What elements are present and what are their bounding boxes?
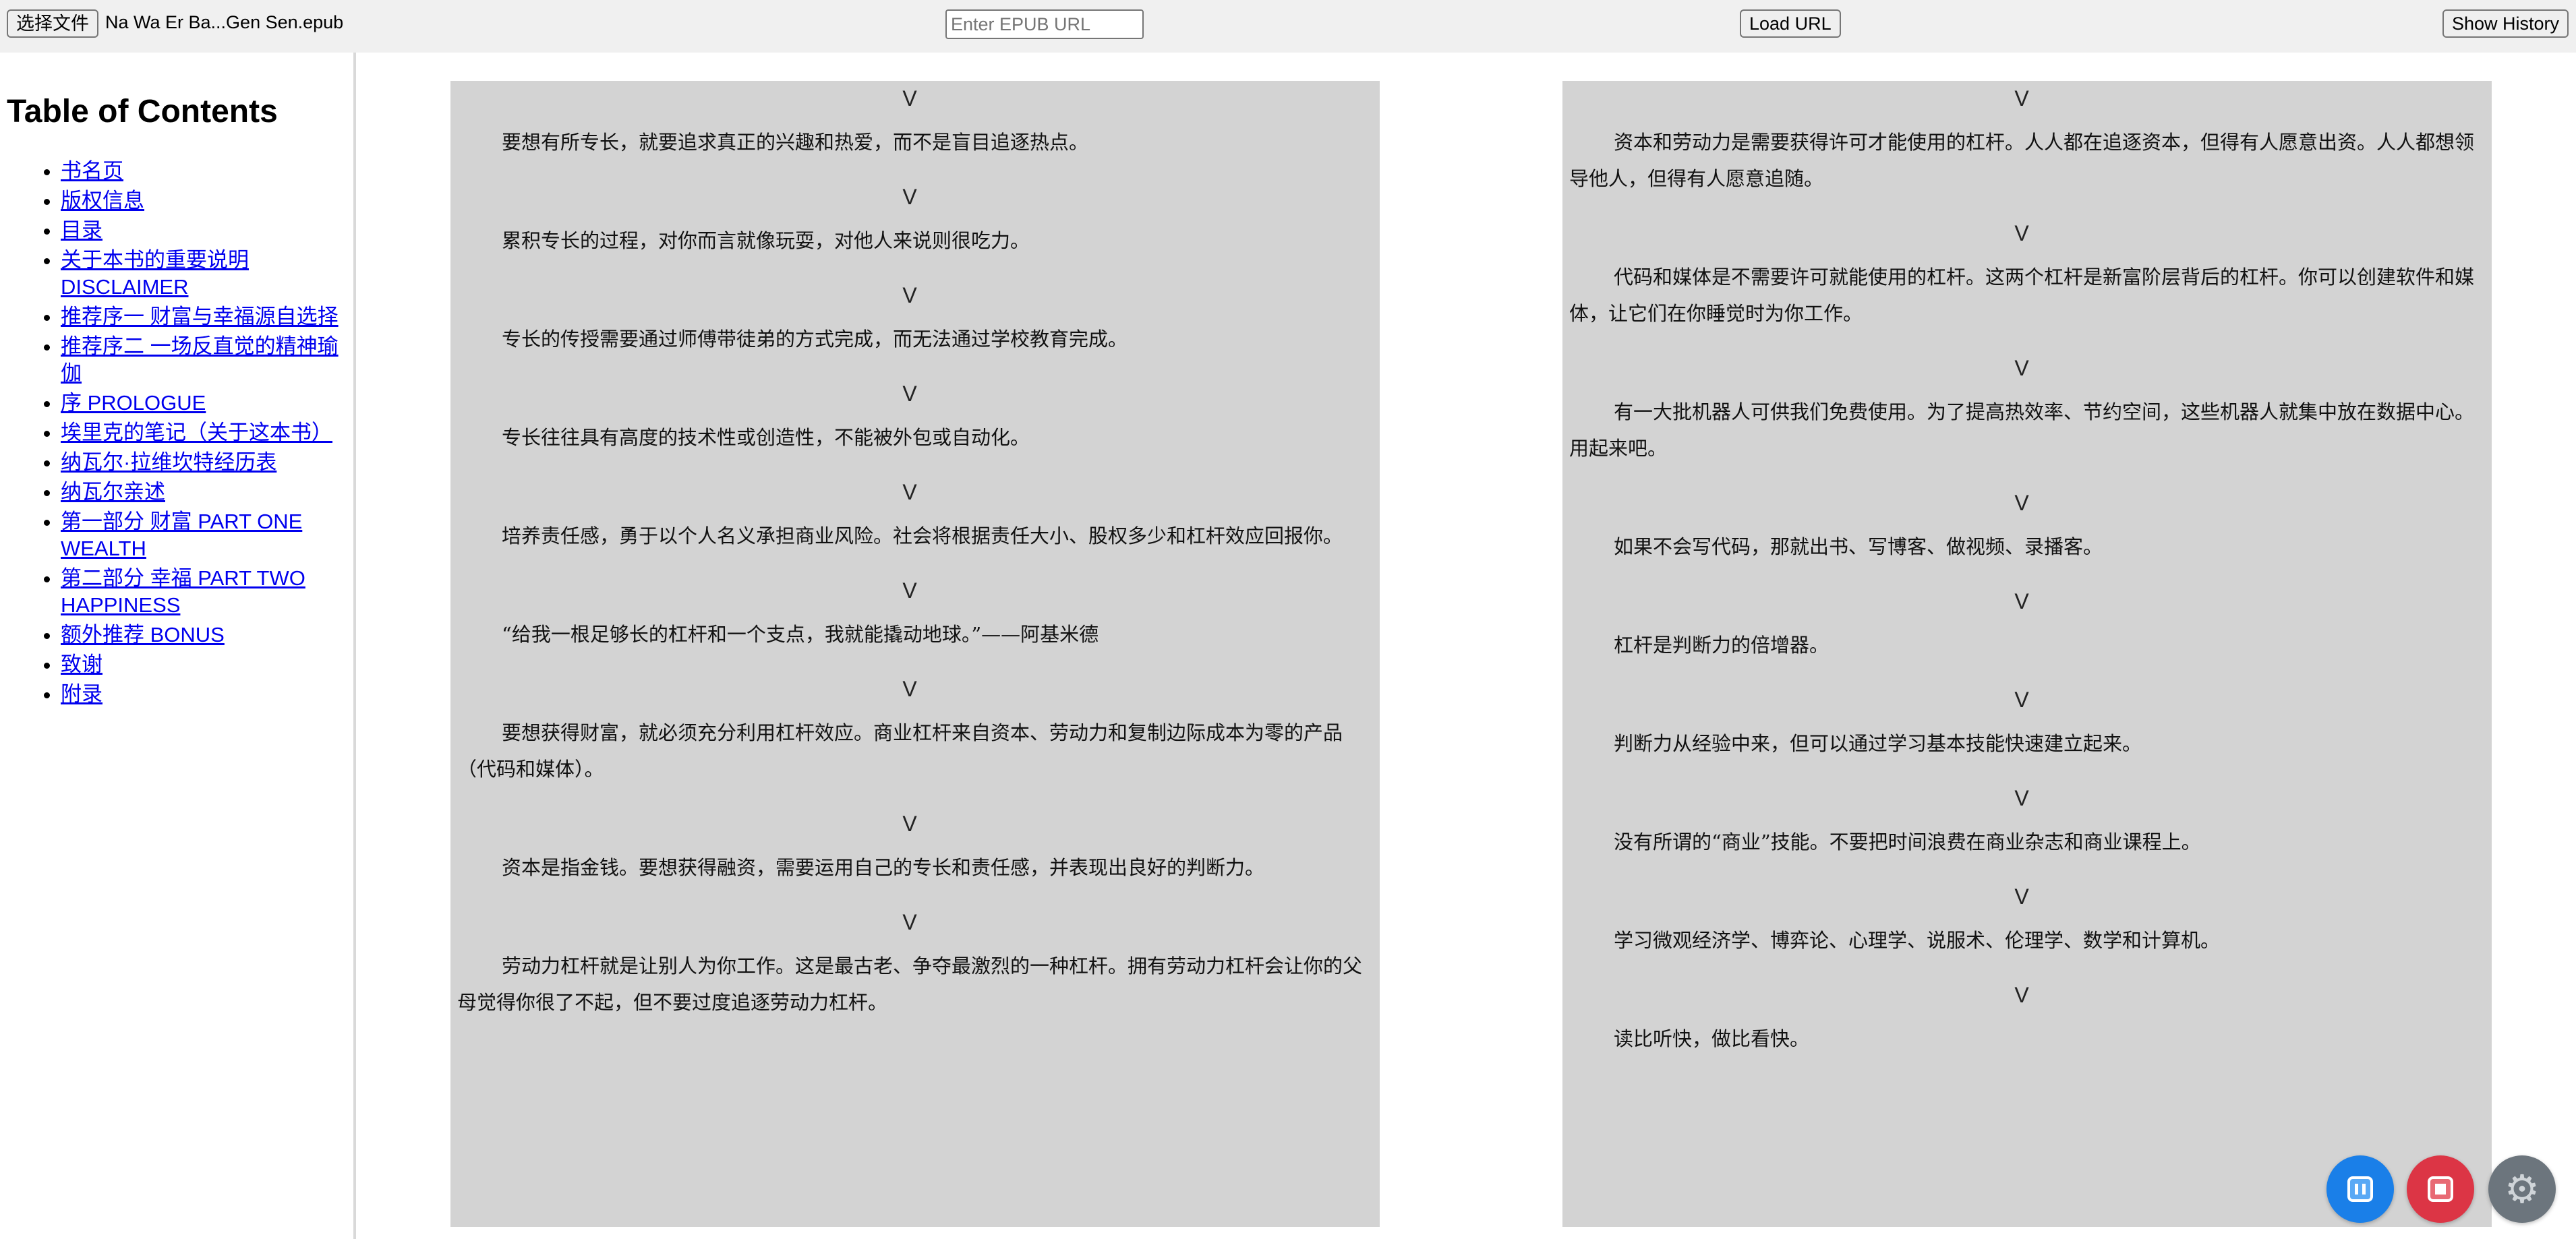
section-separator: V [902, 480, 917, 504]
toc-item: 附录 [61, 681, 344, 708]
paragraph: 杠杆是判断力的倍增器。 [1614, 634, 1829, 657]
settings-button[interactable]: ⚙ [2488, 1155, 2556, 1223]
selected-file-name: Na Wa Er Ba...Gen Sen.epub [105, 12, 344, 32]
paragraph: 资本是指金钱。要想获得融资，需要运用自己的专长和责任感，并表现出良好的判断力。 [502, 856, 1265, 879]
toc-item: 第一部分 财富 PART ONE WEALTH [61, 508, 344, 562]
section-separator: V [2014, 221, 2029, 245]
stop-icon [2428, 1176, 2453, 1202]
section-separator: V [902, 578, 917, 603]
paragraph: 劳动力杠杆就是让别人为你工作。这是最古老、争夺最激烈的一种杠杆。拥有劳动力杠杆会… [457, 955, 1363, 1014]
show-history-button[interactable]: Show History [2442, 9, 2569, 38]
toc-link-copyright[interactable]: 版权信息 [61, 189, 144, 212]
paragraph: 要想有所专长，就要追求真正的兴趣和热爱，而不是盲目追逐热点。 [502, 131, 1089, 154]
top-toolbar: 选择文件 Na Wa Er Ba...Gen Sen.epub Load URL… [0, 0, 2576, 53]
toc-title: Table of Contents [7, 94, 278, 129]
toc-link-foreword-one[interactable]: 推荐序一 财富与幸福源自选择 [61, 305, 339, 328]
toc-link-naval-own-words[interactable]: 纳瓦尔亲述 [61, 480, 165, 504]
section-separator: V [2014, 356, 2029, 380]
reader-page-left: V 要想有所专长，就要追求真正的兴趣和热爱，而不是盲目追逐热点。 V 累积专长的… [450, 81, 1380, 1227]
paragraph: 没有所谓的“商业”技能。不要把时间浪费在商业杂志和商业课程上。 [1614, 830, 2201, 853]
section-separator: V [2014, 589, 2029, 613]
section-separator: V [2014, 983, 2029, 1007]
pause-icon [2347, 1176, 2373, 1202]
paragraph: 累积专长的过程，对你而言就像玩耍，对他人来说则很吃力。 [502, 229, 1030, 252]
section-separator: V [2014, 884, 2029, 909]
toc-link-part-one-wealth[interactable]: 第一部分 财富 PART ONE WEALTH [61, 510, 302, 560]
toc-item: 第二部分 幸福 PART TWO HAPPINESS [61, 565, 344, 619]
paragraph: 专长往往具有高度的技术性或创造性，不能被外包或自动化。 [502, 426, 1030, 449]
section-separator: V [902, 185, 917, 209]
paragraph: 判断力从经验中来，但可以通过学习基本技能快速建立起来。 [1614, 732, 2142, 755]
toc-item: 额外推荐 BONUS [61, 622, 344, 648]
toc-item: 纳瓦尔亲述 [61, 479, 344, 506]
toc-sidebar: Table of Contents 书名页 版权信息 目录 关于本书的重要说明 … [0, 53, 356, 1239]
toc-item: 序 PROLOGUE [61, 390, 344, 417]
toc-item: 推荐序二 一场反直觉的精神瑜伽 [61, 333, 344, 387]
stop-button[interactable] [2407, 1155, 2474, 1223]
toc-link-erics-note[interactable]: 埃里克的笔记（关于这本书） [61, 421, 332, 444]
toc-link-acknowledgments[interactable]: 致谢 [61, 653, 103, 676]
load-url-button[interactable]: Load URL [1740, 9, 1841, 38]
epub-url-input[interactable] [945, 9, 1144, 39]
reader-page-right: V 资本和劳动力是需要获得许可才能使用的杠杆。人人都在追逐资本，但得有人愿意出资… [1562, 81, 2492, 1227]
section-separator: V [902, 812, 917, 836]
paragraph: 有一大批机器人可供我们免费使用。为了提高热效率、节约空间，这些机器人就集中放在数… [1569, 400, 2475, 460]
section-separator: V [902, 910, 917, 934]
section-separator: V [902, 382, 917, 406]
toc-item: 版权信息 [61, 187, 344, 214]
toc-link-timeline[interactable]: 纳瓦尔·拉维坎特经历表 [61, 450, 276, 474]
toc-link-bonus[interactable]: 额外推荐 BONUS [61, 623, 225, 646]
toc-item: 埃里克的笔记（关于这本书） [61, 419, 344, 446]
toc-item: 致谢 [61, 651, 344, 678]
paragraph: 专长的传授需要通过师傅带徒弟的方式完成，而无法通过学校教育完成。 [502, 328, 1128, 351]
quote-paragraph: “给我一根足够长的杠杆和一个支点，我就能撬动地球。”——阿基米德 [502, 623, 1099, 646]
paragraph: 读比听快，做比看快。 [1614, 1027, 1810, 1050]
gear-icon: ⚙ [2505, 1166, 2540, 1212]
section-separator: V [902, 86, 917, 111]
paragraph: 学习微观经济学、博弈论、心理学、说服术、伦理学、数学和计算机。 [1614, 929, 2221, 952]
paragraph: 如果不会写代码，那就出书、写博客、做视频、录播客。 [1614, 535, 2103, 558]
toc-link-title-page[interactable]: 书名页 [61, 159, 123, 183]
toc-link-contents[interactable]: 目录 [61, 218, 103, 242]
toc-link-part-two-happiness[interactable]: 第二部分 幸福 PART TWO HAPPINESS [61, 566, 305, 617]
toc-item: 目录 [61, 217, 344, 244]
paragraph: 资本和劳动力是需要获得许可才能使用的杠杆。人人都在追逐资本，但得有人愿意出资。人… [1569, 131, 2475, 190]
section-separator: V [2014, 786, 2029, 810]
choose-file-button[interactable]: 选择文件 [7, 9, 98, 38]
section-separator: V [902, 283, 917, 307]
paragraph: 培养责任感，勇于以个人名义承担商业风险。社会将根据责任大小、股权多少和杠杆效应回… [502, 524, 1343, 547]
toc-link-disclaimer[interactable]: 关于本书的重要说明 DISCLAIMER [61, 248, 249, 299]
section-separator: V [2014, 688, 2029, 712]
paragraph: 要想获得财富，就必须充分利用杠杆效应。商业杠杆来自资本、劳动力和复制边际成本为零… [457, 721, 1343, 781]
toc-list: 书名页 版权信息 目录 关于本书的重要说明 DISCLAIMER 推荐序一 财富… [0, 158, 344, 711]
section-separator: V [902, 677, 917, 701]
pause-button[interactable] [2326, 1155, 2394, 1223]
paragraph: 代码和媒体是不需要许可就能使用的杠杆。这两个杠杆是新富阶层背后的杠杆。你可以创建… [1569, 266, 2475, 325]
section-separator: V [2014, 86, 2029, 111]
toc-link-foreword-two[interactable]: 推荐序二 一场反直觉的精神瑜伽 [61, 334, 339, 385]
toc-item: 推荐序一 财富与幸福源自选择 [61, 303, 344, 330]
toc-item: 纳瓦尔·拉维坎特经历表 [61, 449, 344, 476]
toc-link-prologue[interactable]: 序 PROLOGUE [61, 391, 206, 415]
section-separator: V [2014, 491, 2029, 515]
toc-item: 关于本书的重要说明 DISCLAIMER [61, 247, 344, 301]
toc-link-appendix[interactable]: 附录 [61, 682, 103, 706]
toc-item: 书名页 [61, 158, 344, 185]
